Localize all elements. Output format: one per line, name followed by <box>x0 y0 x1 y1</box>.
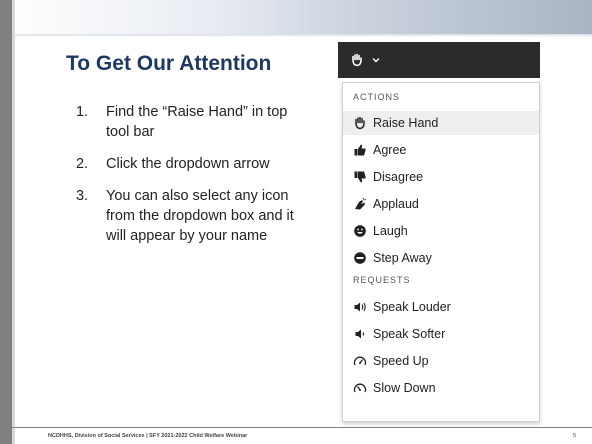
thumbs-down-icon <box>354 171 366 183</box>
step-item: 1. Find the “Raise Hand” in top tool bar <box>66 102 312 142</box>
menu-item-label: Laugh <box>373 224 408 238</box>
thumbs-up-icon <box>354 144 366 156</box>
actions-section-label: ACTIONS <box>353 92 401 102</box>
menu-item-disagree[interactable]: Disagree <box>343 165 539 189</box>
slow-down-icon <box>353 383 367 393</box>
step-number: 3. <box>75 188 89 204</box>
menu-item-speak-softer[interactable]: Speak Softer <box>343 322 539 346</box>
steps-list: 1. Find the “Raise Hand” in top tool bar… <box>66 102 312 258</box>
footer-divider <box>12 427 592 428</box>
menu-item-laugh[interactable]: Laugh <box>343 219 539 243</box>
menu-item-speak-louder[interactable]: Speak Louder <box>343 295 539 319</box>
menu-item-applaud[interactable]: Applaud <box>343 192 539 216</box>
menu-item-label: Applaud <box>373 197 419 211</box>
slide-footer: NCDHHS, Division of Social Services | SF… <box>48 433 248 439</box>
menu-item-label: Raise Hand <box>373 116 439 130</box>
laugh-icon <box>354 225 366 237</box>
slide: To Get Our Attention 1. Find the “Raise … <box>0 0 592 444</box>
raise-hand-icon <box>352 53 362 67</box>
step-text: You can also select any icon from the dr… <box>106 188 294 244</box>
step-item: 2. Click the dropdown arrow <box>66 154 312 174</box>
menu-item-slow-down[interactable]: Slow Down <box>343 376 539 400</box>
step-away-icon <box>354 252 366 264</box>
menu-item-label: Speed Up <box>373 354 429 368</box>
menu-item-speed-up[interactable]: Speed Up <box>343 349 539 373</box>
reactions-menu: ACTIONS Raise Hand Agree Disagree Applau… <box>342 82 540 422</box>
step-number: 2. <box>75 156 89 172</box>
menu-item-label: Disagree <box>373 170 424 184</box>
reactions-dropdown: ACTIONS Raise Hand Agree Disagree Applau… <box>338 42 540 422</box>
step-text: Find the “Raise Hand” in top tool bar <box>106 104 288 140</box>
slide-title: To Get Our Attention <box>66 52 272 75</box>
menu-item-label: Speak Louder <box>373 300 451 314</box>
menu-item-label: Step Away <box>373 251 432 265</box>
requests-section-label: REQUESTS <box>353 275 411 285</box>
applaud-icon <box>355 197 366 210</box>
menu-item-raise-hand[interactable]: Raise Hand <box>343 111 539 135</box>
step-text: Click the dropdown arrow <box>106 156 270 172</box>
step-number: 1. <box>75 104 89 120</box>
chevron-down-icon[interactable] <box>371 55 381 65</box>
reactions-toolbar-button[interactable] <box>338 42 540 78</box>
menu-item-label: Slow Down <box>373 381 436 395</box>
speaker-soft-icon <box>355 329 365 339</box>
step-item: 3. You can also select any icon from the… <box>66 186 312 246</box>
menu-item-label: Agree <box>373 143 407 157</box>
speaker-loud-icon <box>354 302 366 312</box>
speed-up-icon <box>353 356 367 366</box>
menu-item-label: Speak Softer <box>373 327 446 341</box>
slide-left-bar <box>0 0 15 444</box>
slide-top-band <box>0 0 592 34</box>
raise-hand-icon <box>355 116 365 130</box>
page-number: 5 <box>573 433 577 439</box>
menu-item-step-away[interactable]: Step Away <box>343 246 539 270</box>
menu-item-agree[interactable]: Agree <box>343 138 539 162</box>
slide-top-shadow <box>0 34 592 37</box>
